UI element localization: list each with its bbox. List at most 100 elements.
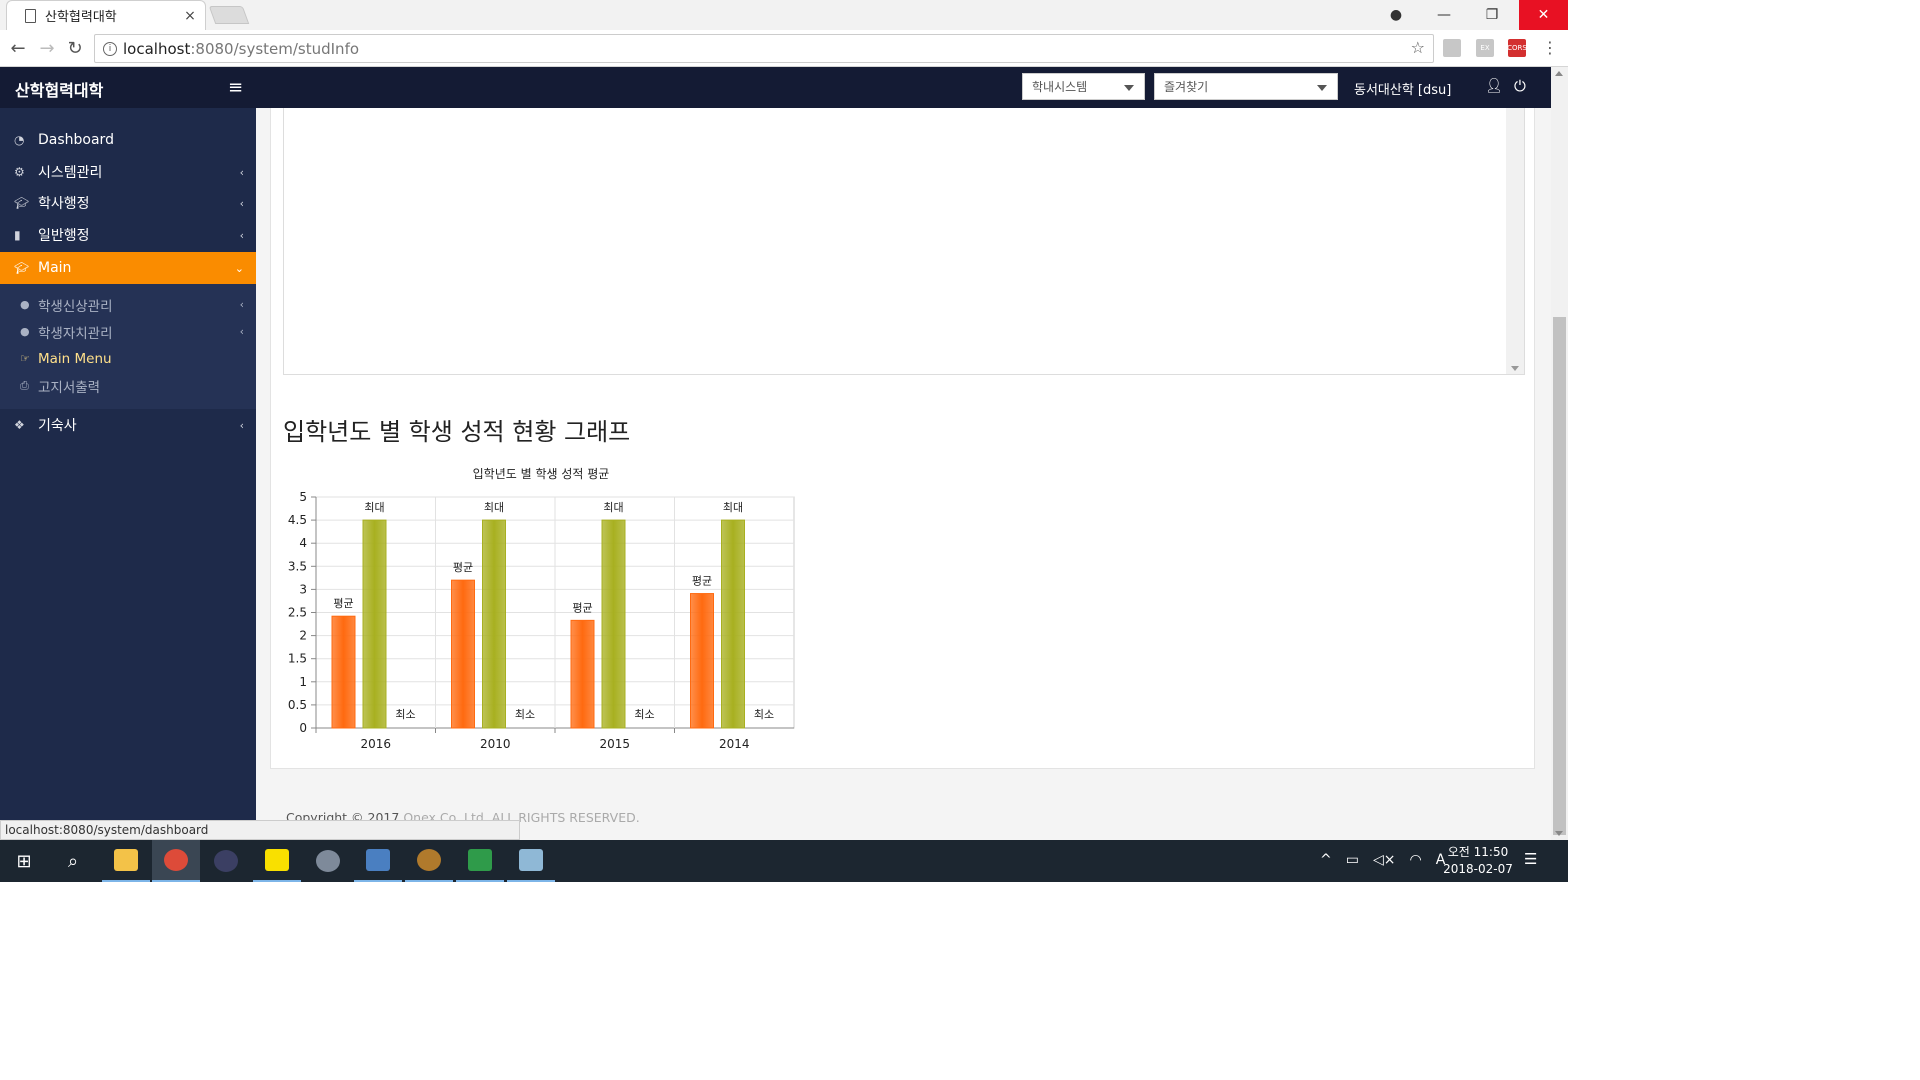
notes-app-icon[interactable] (507, 840, 555, 882)
profile-icon[interactable]: ● (1372, 0, 1420, 30)
document-icon (25, 8, 36, 23)
back-arrow-icon[interactable]: ← (5, 35, 31, 61)
sidebar-item-dashboard[interactable]: ◔ Dashboard (0, 124, 256, 156)
cogs-icon: ⚙ (14, 165, 25, 179)
data-label: 평균 (692, 575, 712, 588)
windows-start-icon[interactable]: ⊞ (0, 840, 48, 882)
restore-button[interactable]: ❐ (1468, 0, 1516, 30)
file-explorer-icon[interactable] (102, 840, 150, 882)
y-tick-label: 1.5 (288, 652, 307, 666)
tray-chevron-icon[interactable]: ^ (1320, 852, 1332, 868)
app-brand[interactable]: 산학협력대학 (15, 77, 103, 101)
scroll-down-icon[interactable] (1555, 831, 1563, 836)
browser-tab-strip: 산학협력대학 × ● — ❐ ✕ (0, 0, 1568, 30)
grade-chart: 입학년도 별 학생 성적 평균 0 0.5 1 1.5 2 2.5 3 3.5 4 4.5 5 201… (288, 467, 795, 751)
address-bar[interactable]: i localhost:8080/system/studInfo ☆ (94, 34, 1434, 63)
taskbar: ⊞ ⌕ ^ ▭ ◁× ◠ A 오전 11:50 2018-02-07 ☰ (0, 840, 1568, 882)
clock[interactable]: 오전 11:50 2018-02-07 (1440, 844, 1516, 878)
wifi-icon[interactable]: ◠ (1409, 852, 1421, 868)
content-area: 입학년도 별 학생 성적 현황 그래프 입학년도 별 학생 성적 평균 0 0.5… (256, 108, 1551, 840)
student-grid[interactable] (283, 108, 1525, 375)
y-tick-label: 4.5 (288, 513, 307, 527)
page-scrollbar[interactable] (1551, 67, 1568, 840)
clock-time: 오전 11:50 (1447, 845, 1509, 859)
notification-icon[interactable]: ☰ (1524, 850, 1537, 868)
settings-app-icon[interactable] (405, 840, 453, 882)
new-tab-button[interactable] (208, 6, 250, 24)
forward-arrow-icon[interactable]: → (34, 35, 60, 61)
media-player-icon[interactable] (456, 840, 504, 882)
chevron-left-icon: ‹ (239, 418, 244, 432)
tab-title: 산학협력대학 (45, 10, 117, 25)
content-panel: 입학년도 별 학생 성적 현황 그래프 입학년도 별 학생 성적 평균 0 0.5… (270, 108, 1535, 769)
section-title: 입학년도 별 학생 성적 현황 그래프 (283, 418, 631, 446)
browser-menu-icon[interactable]: ⋮ (1540, 38, 1560, 57)
chart-bar (601, 519, 626, 729)
user-icon: ● (20, 325, 30, 338)
data-label: 평균 (453, 561, 473, 574)
user-icon[interactable]: 👤︎ (1485, 78, 1503, 94)
chart-bar (451, 579, 475, 729)
sidebar-item-main[interactable]: 🎓︎ Main ⌄ (0, 252, 256, 284)
submenu-item-label: 학생신상관리 (38, 298, 113, 315)
chrome-icon[interactable] (152, 840, 200, 882)
y-tick-label: 5 (299, 490, 307, 504)
editor-icon[interactable] (354, 840, 402, 882)
extension-icon[interactable] (1443, 39, 1461, 57)
power-icon[interactable]: ⏻ (1514, 77, 1526, 95)
tab-close-icon[interactable]: × (183, 8, 197, 24)
extension-ex-icon[interactable]: EX (1476, 39, 1494, 57)
submenu-item-label: 고지서출력 (38, 379, 101, 396)
close-window-button[interactable]: ✕ (1519, 0, 1568, 30)
y-tick-label: 0.5 (288, 698, 307, 712)
reload-icon[interactable]: ↻ (62, 35, 88, 61)
main-submenu: ● 학생신상관리 ‹ ● 학생자치관리 ‹ ☞ Main Menu ⎙ 고지서출… (0, 284, 256, 409)
submenu-item-student-info[interactable]: ● 학생신상관리 ‹ (0, 291, 256, 318)
y-tick-label: 2.5 (288, 606, 307, 620)
sidebar-item-academic[interactable]: 🎓︎ 학사행정 ‹ (0, 187, 256, 219)
extension-cors-icon[interactable]: CORS (1507, 39, 1527, 57)
cubes-icon: ❖ (14, 418, 25, 432)
volume-muted-icon[interactable]: ◁× (1373, 852, 1396, 868)
system-select[interactable]: 학내시스템 (1022, 73, 1145, 100)
y-tick-label: 1 (299, 675, 307, 689)
browser-tab[interactable]: 산학협력대학 × (6, 0, 206, 30)
dropdown-caret-icon (1124, 85, 1134, 91)
submenu-item-invoice-print[interactable]: ⎙ 고지서출력 (0, 372, 256, 399)
x-tick-label: 2010 (480, 737, 511, 751)
minimize-button[interactable]: — (1420, 0, 1468, 30)
chart-bar (721, 519, 745, 729)
data-label: 평균 (333, 597, 353, 610)
menu-toggle-icon[interactable]: ≡ (228, 77, 243, 98)
user-name[interactable]: 동서대산학 [dsu] (1354, 79, 1451, 98)
data-label: 최대 (603, 501, 623, 514)
scroll-down-icon[interactable] (1511, 366, 1519, 371)
sidebar-item-label: 학사행정 (38, 196, 90, 212)
x-tick-label: 2015 (599, 737, 630, 751)
grid-scrollbar[interactable] (1506, 108, 1524, 374)
sidebar-item-general[interactable]: ▮ 일반행정 ‹ (0, 219, 256, 251)
sidebar-item-dormitory[interactable]: ❖ 기숙사 ‹ (0, 409, 256, 441)
kakaotalk-icon[interactable] (253, 840, 301, 882)
user-icon: ● (20, 298, 30, 311)
x-tick-label: 2016 (360, 737, 391, 751)
submenu-item-student-council[interactable]: ● 학생자치관리 ‹ (0, 318, 256, 345)
eclipse-icon[interactable] (202, 840, 250, 882)
scroll-up-icon[interactable] (1555, 71, 1563, 76)
scroll-thumb[interactable] (1553, 317, 1566, 835)
favorites-select[interactable]: 즐겨찾기 (1154, 73, 1338, 100)
bookmark-star-icon[interactable]: ☆ (1411, 38, 1425, 57)
status-url: localhost:8080/system/dashboard (0, 820, 520, 840)
sidebar-item-system[interactable]: ⚙ 시스템관리 ‹ (0, 156, 256, 188)
battery-icon[interactable]: ▭ (1346, 852, 1359, 868)
submenu-item-main-menu[interactable]: ☞ Main Menu (0, 345, 256, 372)
print-icon: ⎙ (20, 378, 29, 392)
submenu-item-label: Main Menu (38, 350, 112, 367)
favorites-select-value: 즐겨찾기 (1164, 80, 1209, 94)
sidebar-item-label: 일반행정 (38, 228, 90, 244)
info-icon[interactable]: i (103, 41, 117, 56)
hand-point-icon: ☞ (20, 352, 30, 365)
app-icon[interactable] (304, 840, 352, 882)
search-icon[interactable]: ⌕ (49, 840, 97, 882)
y-tick-label: 2 (299, 629, 307, 643)
